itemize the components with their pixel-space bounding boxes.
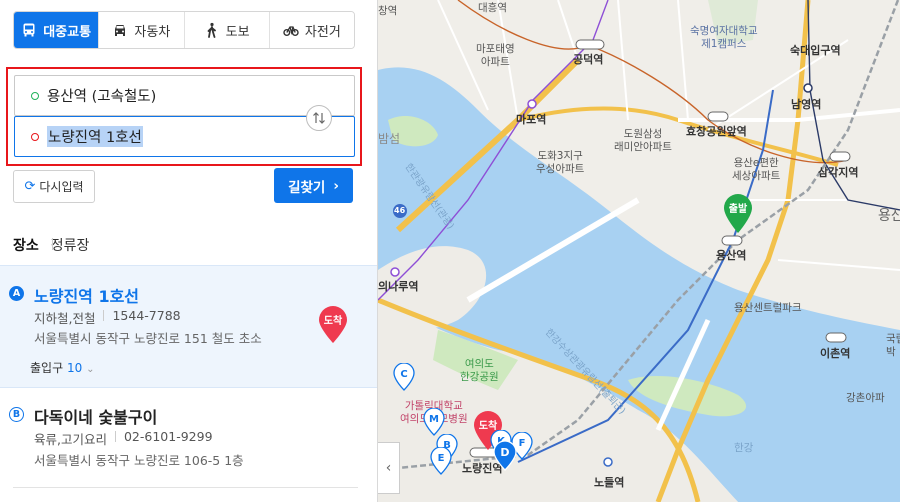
- bus-icon: [23, 23, 35, 37]
- map-label-ichon: 이촌역: [820, 347, 851, 360]
- map-label-namyeong: 남영역: [791, 98, 822, 111]
- arrival-pin-label: 도착: [324, 314, 343, 327]
- swap-button[interactable]: [306, 105, 332, 131]
- map-label-yongsan-station: 용산역: [716, 249, 747, 262]
- mode-tab-transit[interactable]: 대중교통: [14, 12, 99, 48]
- result-address: 서울특별시 동작구 노량진로 151 철도 초소: [34, 331, 262, 346]
- destination-value: 노량진역 1호선: [47, 126, 143, 147]
- exit-toggle[interactable]: 출입구 10 ⌄: [30, 359, 94, 376]
- result-title[interactable]: 다독이네 숯불구이: [34, 404, 157, 428]
- origin-value: 용산역 (고속철도): [47, 89, 157, 105]
- map-label-yongsan-district: 용산: [878, 208, 900, 224]
- map-label-yongsan-e: 용산e편한 세상아파트: [732, 157, 781, 182]
- reset-button[interactable]: ⟳ 다시입력: [13, 170, 95, 203]
- meta-divider: [103, 310, 105, 321]
- map-label-yeouinaru: 의나루역: [378, 280, 419, 293]
- map-label-changyeok: 창역: [378, 5, 398, 17]
- mode-label: 자전거: [304, 24, 341, 40]
- destination-input[interactable]: 노량진역 1호선: [14, 116, 355, 157]
- chevron-down-icon: ⌄: [86, 364, 95, 375]
- chevron-left-icon: ‹: [385, 460, 392, 476]
- origin-input[interactable]: 용산역 (고속철도): [14, 75, 355, 116]
- mode-label: 도보: [225, 24, 250, 40]
- map-label-yeouido-park: 여의도 한강공원: [460, 358, 499, 383]
- map-label-gungnip: 국립 박: [886, 333, 900, 358]
- mode-tab-bicycle[interactable]: 자전거: [268, 12, 354, 48]
- map-label-daeheung: 대흥역: [478, 2, 507, 14]
- search-panel: 대중교통 자동차 도보 자전거 용산역 (고속철도) 노량진역 1호선 ⟳ 다시…: [0, 0, 378, 502]
- result-phone: 1544-7788: [112, 308, 181, 323]
- result-meta: 지하철,전철 1544-7788: [34, 308, 181, 327]
- result-divider: [13, 487, 358, 488]
- reset-label: 다시입력: [39, 180, 84, 194]
- map-canvas: [378, 0, 900, 502]
- marker-letter: M: [429, 414, 439, 425]
- refresh-icon: ⟳: [24, 179, 36, 194]
- route-46-shield: 46: [394, 206, 406, 215]
- map-marker-m[interactable]: M: [423, 408, 445, 436]
- transport-mode-tabs: 대중교통 자동차 도보 자전거: [13, 11, 355, 49]
- tab-places[interactable]: 장소: [13, 235, 39, 255]
- result-item-a[interactable]: A 노량진역 1호선 지하철,전철 1544-7788 서울특별시 동작구 노량…: [0, 265, 377, 388]
- exit-label: 출입구: [30, 361, 64, 375]
- marker-letter: D: [500, 446, 509, 459]
- departure-pin-icon[interactable]: 출발: [723, 194, 753, 234]
- result-address: 서울특별시 동작구 노량진로 106-5 1층: [34, 453, 244, 468]
- swap-icon: [313, 112, 325, 124]
- tab-divider: [52, 238, 53, 250]
- car-icon: [115, 25, 126, 36]
- result-category: 지하철,전철: [34, 311, 96, 326]
- find-route-button[interactable]: 길찾기 ›: [274, 168, 353, 203]
- arrival-pin-icon: 도착: [319, 306, 347, 343]
- map-label-yongsan-central: 용산센트럴파크: [734, 302, 802, 314]
- map-label-dowon: 도원삼성 래미안아파트: [614, 128, 672, 153]
- map-label-bamseom: 밤섬: [378, 132, 401, 146]
- exit-count: 10: [66, 361, 83, 375]
- destination-dot-icon: [31, 132, 39, 141]
- map-label-sookmyung: 숙명여자대학교 제1캠퍼스: [690, 25, 758, 50]
- mode-label: 대중교통: [43, 24, 92, 40]
- tab-stops[interactable]: 정류장: [51, 235, 90, 255]
- result-category: 육류,고기요리: [34, 432, 107, 447]
- route-input-box: 용산역 (고속철도) 노량진역 1호선: [6, 67, 362, 166]
- marker-letter: C: [400, 369, 407, 380]
- result-phone: 02-6101-9299: [123, 429, 213, 444]
- mode-tab-walk[interactable]: 도보: [183, 12, 269, 48]
- result-meta: 육류,고기요리 02-6101-9299: [34, 429, 213, 448]
- map-label-gangchon: 강촌아파: [846, 392, 885, 404]
- map-label-dohwa: 도화3지구 우성아파트: [536, 150, 585, 175]
- map-label-sookdae: 숙대입구역: [790, 44, 841, 57]
- result-badge: A: [9, 286, 24, 301]
- mode-label: 자동차: [134, 24, 171, 40]
- origin-dot-icon: [31, 91, 39, 100]
- mode-tab-car[interactable]: 자동차: [98, 12, 184, 48]
- bicycle-icon: [283, 26, 299, 36]
- map-label-samgakji: 삼각지역: [818, 166, 859, 179]
- collapse-panel-button[interactable]: ‹: [378, 442, 400, 494]
- map-marker-d[interactable]: D: [493, 441, 517, 471]
- find-route-label: 길찾기: [288, 179, 326, 196]
- departure-pin-label: 출발: [729, 202, 748, 215]
- map-marker-c[interactable]: C: [393, 363, 415, 391]
- walk-icon: [207, 22, 216, 38]
- map-label-gongdeok: 공덕역: [573, 53, 604, 66]
- map-label-mapo: 마포역: [516, 113, 547, 126]
- marker-letter: E: [438, 453, 445, 464]
- map-label-hyochang: 효창공원앞역: [686, 125, 747, 138]
- meta-divider: [114, 431, 116, 442]
- map-label-mapo-taeyoung: 마포태영 아파트: [476, 43, 515, 68]
- map-marker-e[interactable]: E: [430, 447, 452, 475]
- result-item-b[interactable]: B 다독이네 숯불구이 육류,고기요리 02-6101-9299 서울특별시 동…: [0, 389, 377, 502]
- map-label-nodeul: 노들역: [594, 476, 625, 489]
- chevron-right-icon: ›: [333, 177, 339, 194]
- map-label-hangang: 한강: [734, 442, 754, 454]
- map-view[interactable]: 대흥역 창역 마포태영 아파트 공덕역 숙명여자대학교 제1캠퍼스 숙대입구역 …: [378, 0, 900, 502]
- result-badge: B: [9, 407, 24, 422]
- marker-letter: F: [519, 438, 526, 449]
- result-title[interactable]: 노량진역 1호선: [34, 283, 139, 307]
